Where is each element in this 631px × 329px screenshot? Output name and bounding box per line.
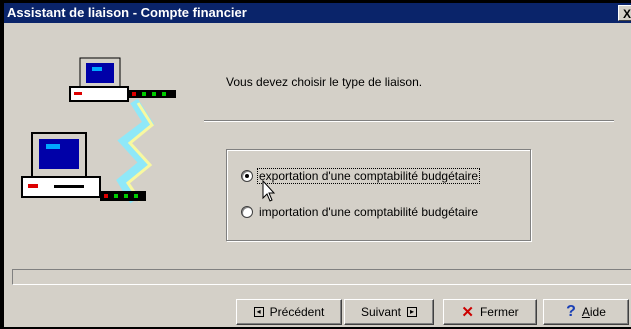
link-zigzag-icon: [116, 98, 155, 204]
status-bar: [12, 269, 631, 285]
import-radio[interactable]: [241, 206, 253, 218]
wizard-window: Assistant de liaison - Compte financier …: [4, 3, 631, 327]
top-computer-icon: [69, 57, 176, 102]
help-button[interactable]: ? Aide: [543, 299, 629, 325]
close-button[interactable]: ✕ Fermer: [443, 299, 537, 325]
x-icon: ✕: [461, 304, 474, 321]
question-icon: ?: [566, 303, 576, 320]
separator: [204, 120, 614, 122]
instruction-text: Vous devez choisir le type de liaison.: [226, 75, 423, 89]
radio-dot-icon: [245, 174, 249, 178]
import-label: importation d'une comptabilité budgétair…: [259, 205, 479, 219]
window-title: Assistant de liaison - Compte financier: [7, 5, 247, 20]
option-import[interactable]: importation d'une comptabilité budgétair…: [241, 203, 479, 221]
arrow-right-icon: ▸: [407, 307, 418, 317]
export-radio[interactable]: [241, 170, 253, 182]
title-bar[interactable]: Assistant de liaison - Compte financier …: [4, 3, 631, 23]
window-close-button[interactable]: X: [618, 5, 631, 21]
next-button[interactable]: Suivant ▸: [344, 299, 434, 325]
mouse-cursor-icon: [262, 180, 276, 202]
arrow-left-icon: ◂: [253, 307, 264, 317]
previous-button[interactable]: ◂ Précédent: [236, 299, 342, 325]
network-illustration: [21, 57, 176, 204]
export-label: exportation d'une comptabilité budgétair…: [256, 168, 481, 184]
